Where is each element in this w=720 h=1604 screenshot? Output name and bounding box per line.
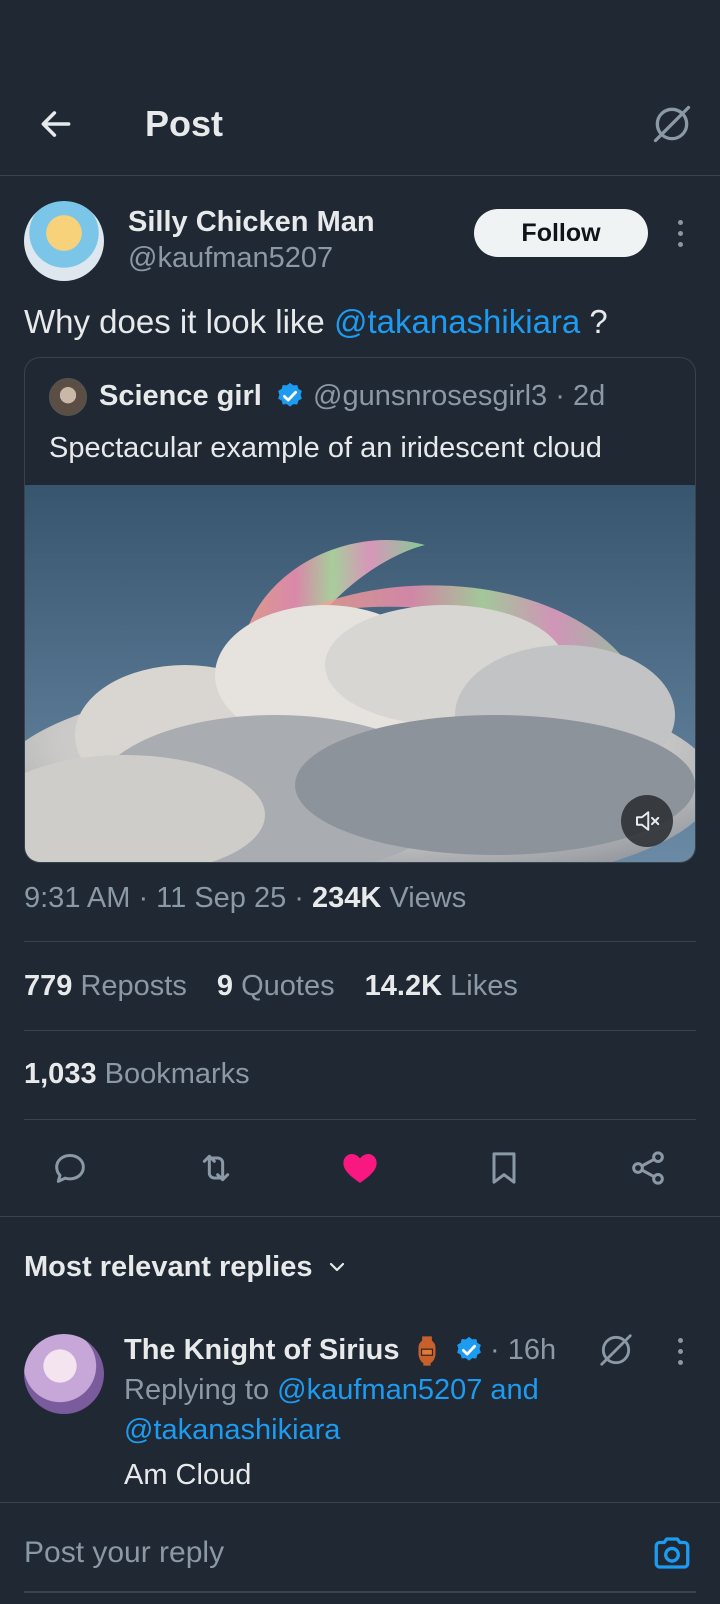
post-timestamp: 9:31 AM · 11 Sep 25 · 234K Views: [24, 878, 466, 918]
post-text: Why does it look like @takanashikiara ?: [24, 300, 608, 344]
quote-author-name: Science girl: [99, 380, 262, 412]
share-icon: [632, 1151, 664, 1185]
replies-sort-dropdown[interactable]: Most relevant replies: [24, 1243, 349, 1291]
replying-to: Replying to @kaufman5207 and @takanashik…: [124, 1370, 684, 1450]
reply-more-options-icon[interactable]: [668, 1330, 692, 1372]
reply-author-avatar[interactable]: [24, 1334, 104, 1414]
author-name[interactable]: Silly Chicken Man: [128, 204, 375, 240]
post-text-end: ?: [580, 303, 608, 340]
action-bar: [24, 1136, 696, 1200]
views-label: Views: [381, 882, 467, 914]
composer-underline: [24, 1591, 696, 1593]
iridescent-cloud-image: [25, 485, 695, 862]
quote-author-avatar: [49, 378, 87, 416]
likes-stat[interactable]: 14.2K Likes: [365, 970, 518, 1002]
camera-icon: [654, 1537, 690, 1569]
mute-toggle[interactable]: [621, 795, 673, 847]
repost-icon: [202, 1154, 230, 1182]
back-button[interactable]: [30, 100, 82, 148]
speaker-muted-icon: [636, 811, 660, 831]
more-options-icon[interactable]: [668, 212, 692, 254]
section-divider: [0, 1216, 720, 1217]
amphora-emoji-icon: [418, 1336, 436, 1366]
author-avatar[interactable]: [24, 201, 104, 281]
follow-button[interactable]: Follow: [474, 209, 648, 257]
reply-composer: [0, 1502, 720, 1604]
reply-icon: [55, 1154, 85, 1183]
replies-sort-label: Most relevant replies: [24, 1250, 313, 1283]
divider: [24, 1119, 696, 1120]
author-handle[interactable]: @kaufman5207: [128, 240, 333, 276]
divider: [24, 1030, 696, 1031]
reply-button[interactable]: [38, 1136, 102, 1200]
reply-input[interactable]: [24, 1533, 604, 1573]
timestamp-text: 9:31 AM · 11 Sep 25 ·: [24, 882, 313, 914]
top-bar: [0, 88, 720, 176]
quotes-stat[interactable]: 9 Quotes: [217, 970, 335, 1002]
quoted-post[interactable]: Science girl @gunsnrosesgirl3 · 2d Spect…: [24, 357, 696, 863]
repost-button[interactable]: [184, 1136, 248, 1200]
reply-text: Am Cloud: [124, 1459, 252, 1491]
reply-timestamp: · 16h: [490, 1334, 557, 1366]
reply-author-name[interactable]: The Knight of Sirius: [124, 1330, 400, 1370]
views-count: 234K: [312, 882, 382, 914]
quote-video[interactable]: [25, 485, 695, 862]
heart-filled-icon: [343, 1154, 377, 1183]
grok-button[interactable]: [646, 98, 698, 150]
share-button[interactable]: [616, 1136, 680, 1200]
bookmarks-count: 1,033: [24, 1058, 97, 1090]
verified-badge-icon: [278, 382, 302, 407]
quote-handle-time: @gunsnrosesgirl3 · 2d: [313, 380, 606, 412]
chevron-down-icon: [329, 1262, 344, 1272]
mention-link[interactable]: @takanashikiara: [334, 303, 580, 340]
bookmarks-stat: 1,033 Bookmarks: [24, 1054, 250, 1094]
replying-prefix: Replying to: [124, 1374, 278, 1406]
grok-icon: [653, 105, 691, 143]
reply-grok-button[interactable]: [594, 1328, 638, 1372]
arrow-left-icon: [41, 111, 71, 137]
post-text-start: Why does it look like: [24, 303, 334, 340]
reposts-stat[interactable]: 779 Reposts: [24, 970, 187, 1002]
grok-icon: [600, 1334, 632, 1366]
like-button[interactable]: [328, 1136, 392, 1200]
camera-button[interactable]: [650, 1531, 694, 1575]
page-title: Post: [145, 103, 224, 144]
engagement-stats: 779 Reposts 9 Quotes 14.2K Likes: [24, 966, 540, 1006]
bookmark-button[interactable]: [472, 1136, 536, 1200]
bookmark-icon: [492, 1152, 516, 1184]
bookmarks-label: Bookmarks: [96, 1058, 250, 1090]
divider: [24, 941, 696, 942]
verified-badge-icon: [457, 1336, 481, 1361]
quote-text: Spectacular example of an iridescent clo…: [49, 432, 602, 464]
